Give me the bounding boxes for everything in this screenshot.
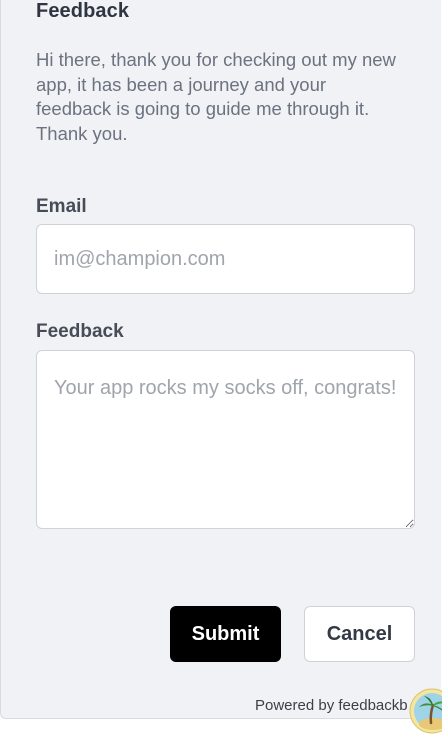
feedback-label: Feedback	[36, 321, 124, 342]
submit-button[interactable]: Submit	[170, 606, 281, 662]
island-palm-icon[interactable]	[409, 688, 442, 734]
powered-by-link[interactable]: Powered by feedbackb	[255, 697, 408, 714]
email-label: Email	[36, 196, 87, 217]
intro-text: Hi there, thank you for checking out my …	[36, 49, 396, 144]
cancel-button[interactable]: Cancel	[304, 606, 415, 662]
feedback-panel: Feedback Hi there, thank you for checkin…	[0, 0, 441, 719]
form-title: Feedback	[36, 0, 130, 22]
feedback-textarea[interactable]	[36, 350, 415, 529]
email-field[interactable]	[36, 224, 415, 294]
